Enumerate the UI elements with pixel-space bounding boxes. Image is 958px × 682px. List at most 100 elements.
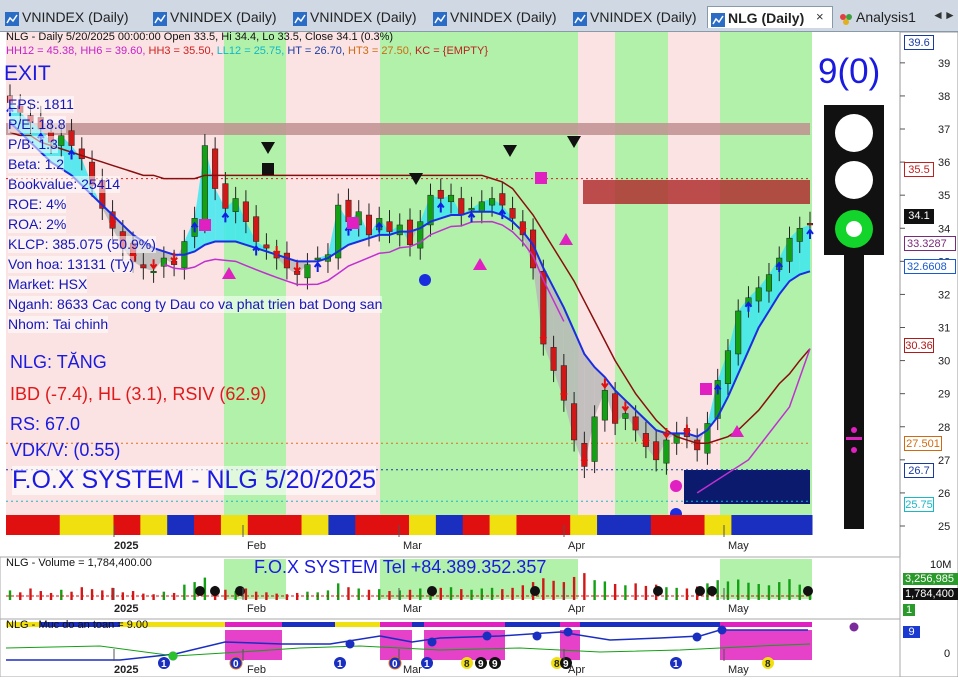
safety-top-band xyxy=(580,622,720,627)
strip-cell xyxy=(220,515,249,535)
ll12-value: LL12 = 25.75, xyxy=(216,45,285,57)
safety-count-digit: 1 xyxy=(337,659,343,670)
safety-count-digit: 9 xyxy=(492,659,498,670)
strip-cell xyxy=(113,515,141,535)
contact-banner: F.O.X SYSTEM Tel +84.389.352.357 xyxy=(254,557,547,577)
ht3-value: HT3 = 27.50, xyxy=(348,45,412,57)
candle-body xyxy=(601,390,608,421)
close-tab-icon[interactable]: × xyxy=(816,9,824,24)
price-chart[interactable]: 393837363534333231302928272625 2025FebMa… xyxy=(0,31,958,678)
tab-vnindex-3[interactable]: VNINDEX (Daily) xyxy=(290,6,428,28)
volume-bar xyxy=(378,589,381,600)
volume-bar xyxy=(244,588,248,600)
tab-vnindex-1[interactable]: VNINDEX (Daily) xyxy=(2,6,150,28)
chart-icon xyxy=(711,11,725,27)
tab-vnindex-2[interactable]: VNINDEX (Daily) xyxy=(150,6,288,28)
tab-scroll-left-icon[interactable]: ◄ xyxy=(932,8,944,22)
strip-cell xyxy=(704,515,732,535)
volume-bar xyxy=(521,585,525,600)
magenta-square-icon xyxy=(347,217,359,229)
candle-body xyxy=(663,439,670,464)
volume-bar xyxy=(470,589,473,600)
hh3-value: HH3 = 35.50, xyxy=(148,45,214,57)
price-tick-label: 36 xyxy=(938,157,950,169)
volume-bar xyxy=(572,576,576,600)
strip-cell xyxy=(785,515,813,535)
volume-bar xyxy=(8,590,12,600)
price-label-ma-purple: 33.3287 xyxy=(904,236,956,251)
chart-icon xyxy=(433,10,447,26)
light-middle-icon xyxy=(835,161,873,199)
volume-bar xyxy=(767,585,771,600)
month-label: 2025 xyxy=(114,664,138,676)
tab-vnindex-5[interactable]: VNINDEX (Daily) xyxy=(570,6,706,28)
month-label: Mar xyxy=(403,664,422,676)
price-tick-label: 35 xyxy=(938,190,950,202)
volume-spike-dot-icon xyxy=(695,586,705,596)
candle-body xyxy=(447,194,455,203)
candle-body xyxy=(417,221,424,249)
month-label: Mar xyxy=(403,603,422,615)
light-bottom-core xyxy=(846,221,862,237)
month-label: 2025 xyxy=(114,603,138,615)
candle-body xyxy=(796,228,803,242)
candle-body xyxy=(653,441,660,461)
candle-body xyxy=(806,223,814,226)
volume-spike-dot-icon xyxy=(427,586,437,596)
price-label-ma-red: 30.36 xyxy=(904,338,934,353)
safety-top-band xyxy=(560,622,580,627)
traffic-pole xyxy=(844,255,864,529)
candle-body xyxy=(591,416,598,462)
price-label-ht: 26.7 xyxy=(904,463,934,478)
candle-body xyxy=(612,393,619,424)
volume-bar xyxy=(480,588,483,600)
safety-title: NLG - Muc do an toan = 9.00 xyxy=(6,619,149,631)
info-vonhoa: Von hoa: 13131 (Ty) xyxy=(8,256,135,273)
safety-dot-icon xyxy=(482,631,492,641)
volume-spike-dot-icon xyxy=(707,586,717,596)
safety-dot-icon xyxy=(168,651,178,661)
volume-bar xyxy=(90,589,94,600)
price-tick-label: 25 xyxy=(938,521,950,533)
candle-body xyxy=(140,264,147,269)
safety-top-band xyxy=(424,622,460,627)
regime-band xyxy=(224,32,286,532)
safety-top-band xyxy=(460,622,505,627)
safety-count-digit: 1 xyxy=(161,659,167,670)
tab-label: VNINDEX (Daily) xyxy=(450,9,557,25)
tab-scroll-right-icon[interactable]: ► xyxy=(944,8,956,22)
safety-top-band xyxy=(380,622,412,627)
volume-bar xyxy=(552,580,555,600)
volume-bar xyxy=(747,582,750,600)
safety-top-band xyxy=(720,622,812,627)
price-label-hh6: 39.6 xyxy=(904,35,934,50)
ohlc-header: NLG - Daily 5/20/2025 00:00:00 Open 33.5… xyxy=(6,31,394,43)
volume-bar xyxy=(613,584,617,600)
strip-cell xyxy=(650,515,679,535)
safety-block xyxy=(380,630,412,660)
candle-body xyxy=(283,252,290,269)
volume-bar xyxy=(101,590,104,600)
chart-area[interactable]: 393837363534333231302928272625 2025FebMa… xyxy=(0,31,958,678)
regime-band xyxy=(466,32,578,532)
safety-dot-icon xyxy=(345,639,355,649)
tab-analysis[interactable]: Analysis1 xyxy=(836,6,930,28)
candle-body xyxy=(78,148,85,160)
price-label-ht3: 27.501 xyxy=(904,436,942,451)
chart-icon xyxy=(293,10,307,26)
volume-spike-dot-icon xyxy=(210,586,220,596)
safety-top-band xyxy=(282,622,335,627)
safety-block xyxy=(720,630,812,660)
volume-bar xyxy=(347,587,350,600)
price-label-ll12: 25.75 xyxy=(904,497,934,512)
pole-dot-icon xyxy=(851,447,857,453)
candle-body xyxy=(222,183,229,209)
tab-nlg[interactable]: NLG (Daily) xyxy=(707,6,833,28)
info-pe: P/E: 18.8 xyxy=(8,116,66,133)
tab-vnindex-4[interactable]: VNINDEX (Daily) xyxy=(430,6,568,28)
regime-bands xyxy=(6,32,812,532)
volume-bar xyxy=(337,583,340,600)
candle-body xyxy=(489,198,496,206)
volume-bar xyxy=(593,580,596,600)
strip-cell xyxy=(597,515,625,535)
